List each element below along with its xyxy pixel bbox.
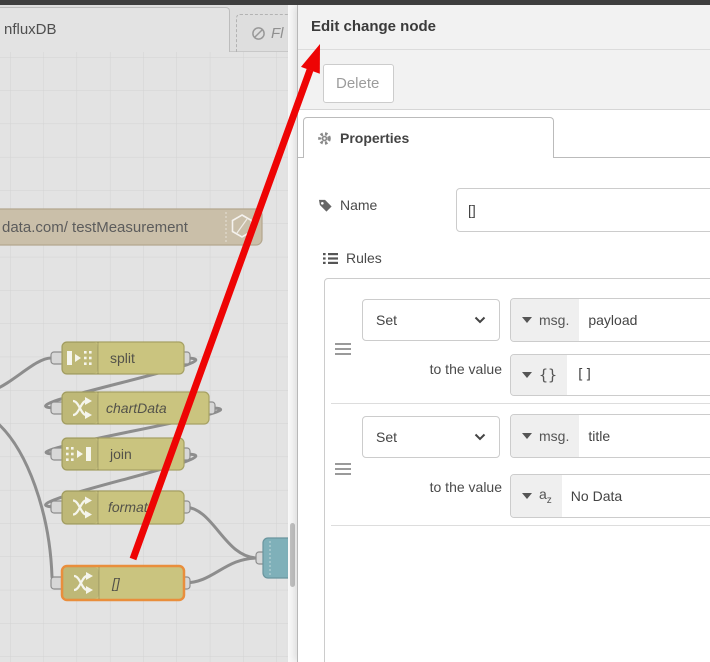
tray-toolbar: Delete [298,50,710,110]
editor-header-strip [0,0,710,5]
rules-label: Rules [346,250,382,266]
chevron-down-icon [474,316,486,324]
flow-tab-influxdb[interactable]: nfluxDB [0,7,230,53]
rule2-target: title [588,428,611,444]
edit-tray: Edit change node Delete Properties Name [297,5,710,662]
node-influxdb[interactable]: data.com/ testMeasurement [0,208,263,246]
rule2-value: No Data [570,488,623,504]
rule1-property-input[interactable]: msg. payload [510,298,710,342]
tab-properties[interactable]: Properties [303,117,554,158]
node-chart-teal[interactable] [262,537,288,579]
node-label: join [109,446,132,462]
string-type-icon: az [539,486,552,506]
rule-separator [331,525,710,526]
flow-canvas[interactable]: data.com/ testMeasurement split chartDat… [0,52,288,662]
name-label-row: Name [318,197,377,213]
node-label: data.com/ testMeasurement [2,219,189,236]
tray-title: Edit change node [311,18,437,35]
rule1-target-prefix: msg. [539,312,570,328]
rule2-action-select[interactable]: Set [362,416,500,458]
tag-icon [318,199,332,212]
list-icon [323,252,338,264]
gear-icon [318,131,331,145]
rule2-action: Set [376,429,398,445]
node-split[interactable]: split [61,341,185,375]
node-join[interactable]: join [61,437,185,471]
json-type-icon: {} [539,366,558,384]
rule1-target: payload [588,312,638,328]
type-caret-icon[interactable] [522,372,532,378]
rule1-action: Set [376,312,398,328]
scrollbar-thumb[interactable] [289,523,295,587]
node-label: format [108,499,149,515]
rules-label-row: Rules [323,250,382,266]
rules-container: Set msg. payload to the value {} [] Set … [324,278,710,662]
rule2-property-input[interactable]: msg. title [510,414,710,458]
canvas-vertical-scrollbar[interactable] [288,5,297,662]
node-format[interactable]: format [61,490,185,525]
rule1-action-select[interactable]: Set [362,299,500,341]
rule2-target-prefix: msg. [539,428,570,444]
rule1-value: [] [576,367,593,383]
node-chartdata[interactable]: chartData [61,391,210,425]
rule1-value-input[interactable]: {} [] [510,354,710,396]
disabled-flow-icon [252,27,265,40]
rule-drag-handle[interactable] [335,343,351,355]
node-label: chartData [106,400,167,416]
node-label: split [110,350,135,366]
type-caret-icon[interactable] [522,493,532,499]
disabled-flow-label: Fl [271,25,284,42]
rule2-value-input[interactable]: az No Data [510,474,710,518]
rule-drag-handle[interactable] [335,463,351,475]
delete-button[interactable]: Delete [323,64,394,103]
tray-header: Edit change node [298,5,710,50]
node-empty-selected[interactable]: [] [60,564,186,602]
node-label: [] [111,575,121,591]
chevron-down-icon [474,433,486,441]
type-caret-icon[interactable] [522,433,532,439]
name-input[interactable] [456,188,710,232]
rule-separator [331,403,710,404]
type-caret-icon[interactable] [522,317,532,323]
tab-properties-label: Properties [340,130,410,146]
flow-tab-label: nfluxDB [4,21,57,38]
flow-tab-bar: nfluxDB Fl [0,5,306,53]
name-label: Name [340,197,378,213]
rule2-to-label: to the value [429,479,502,495]
rule1-to-label: to the value [429,361,502,377]
node-red-editor: nfluxDB Fl data.com/ testMeasurement spl… [0,0,710,662]
